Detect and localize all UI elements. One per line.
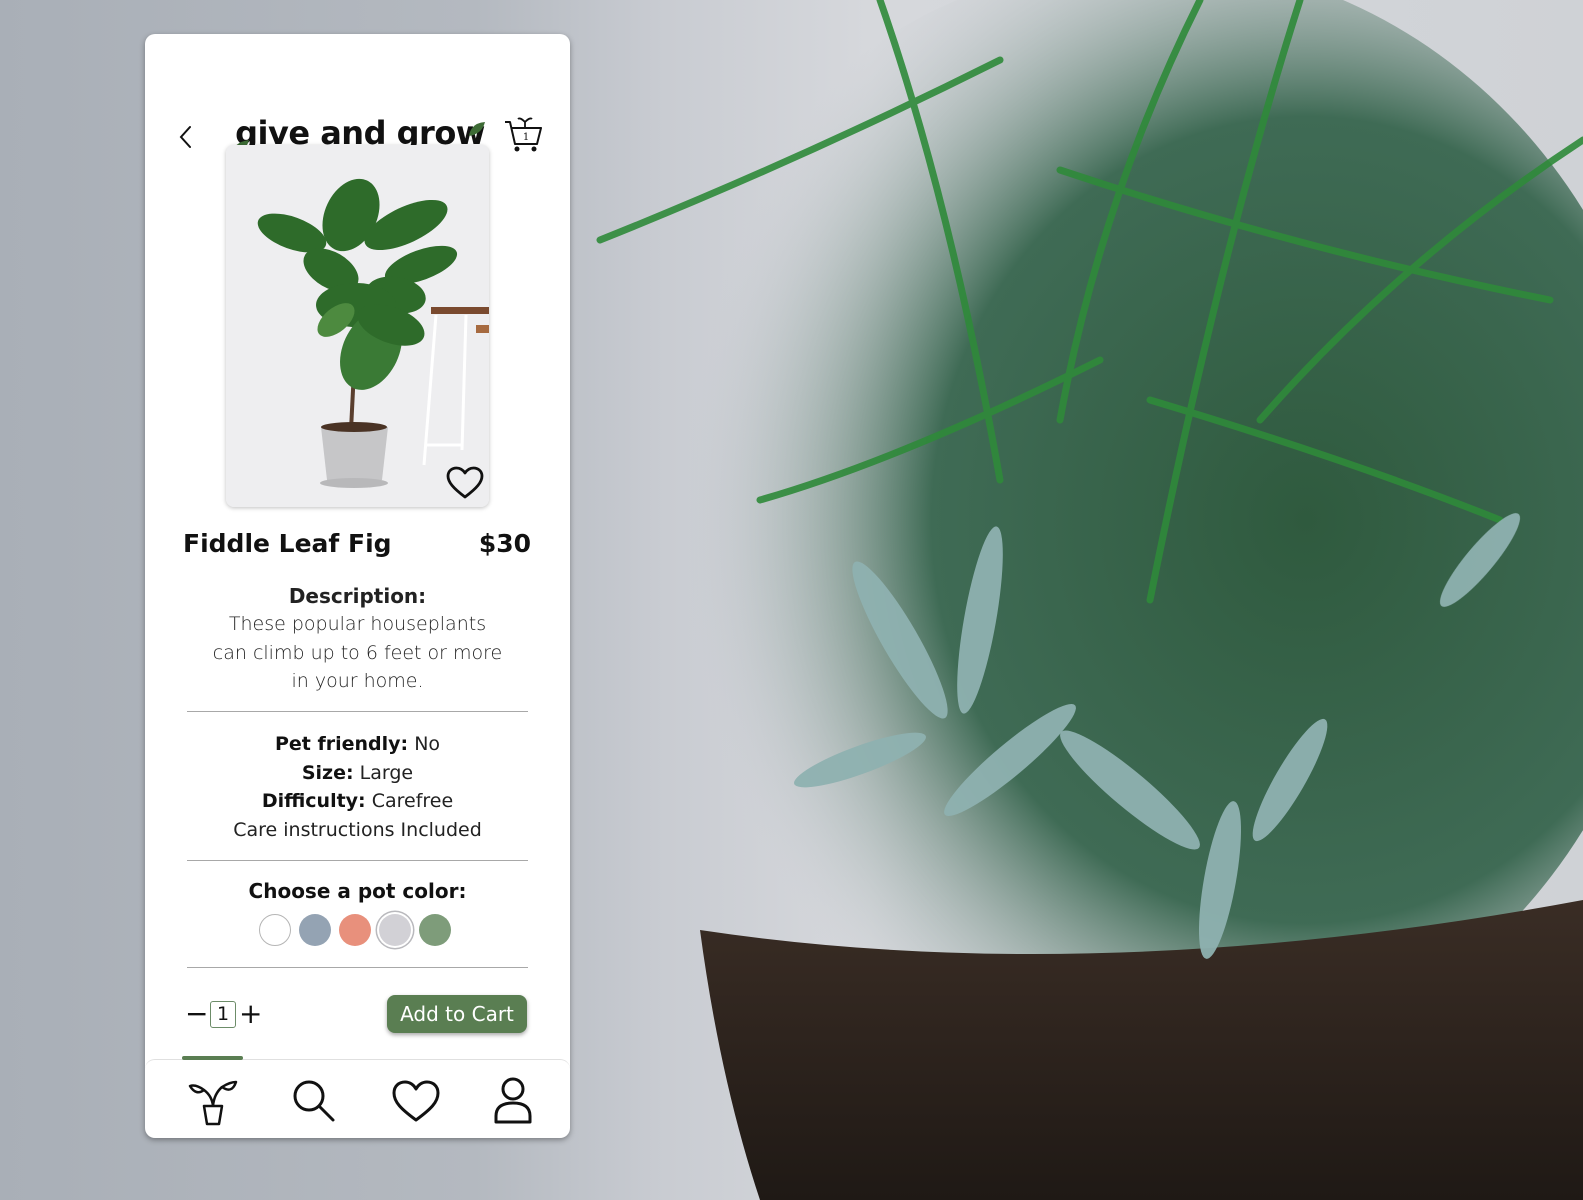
description-section: Description: These popular houseplants c… [175, 582, 540, 696]
pot-color-white[interactable] [259, 914, 291, 946]
quantity-input[interactable]: 1 [210, 1000, 236, 1028]
heart-outline-icon [446, 466, 484, 499]
plant-cart-icon: 1 [505, 117, 542, 152]
back-button[interactable] [175, 122, 199, 152]
product-image [226, 145, 489, 507]
specs-section: Pet friendly: No Size: Large Difficulty:… [165, 730, 550, 844]
favorite-button[interactable] [445, 465, 485, 501]
pot-color-sage-green[interactable] [419, 914, 451, 946]
spec-difficulty: Difficulty: Carefree [261, 790, 454, 812]
product-detail-screen: give and grow 1 Fiddle Leaf Fig $30 Desc… [145, 34, 570, 1138]
description-line: in your home. [291, 670, 424, 692]
add-to-cart-button[interactable]: Add to Cart [387, 995, 527, 1033]
cart-button[interactable]: 1 [503, 114, 545, 154]
tab-search[interactable] [287, 1074, 341, 1128]
product-title-row: Fiddle Leaf Fig $30 [183, 529, 531, 565]
leaf-icon [469, 122, 485, 136]
tab-favorites[interactable] [389, 1074, 443, 1128]
description-line: can climb up to 6 feet or more [212, 641, 503, 664]
user-icon [494, 1077, 532, 1124]
pot-color-coral[interactable] [339, 914, 371, 946]
decrease-quantity-button[interactable]: − [185, 1000, 208, 1028]
description-line: These popular houseplants [228, 613, 487, 635]
potted-plant-icon [188, 1080, 238, 1126]
tab-profile[interactable] [486, 1074, 540, 1128]
spec-care-note: Care instructions Included [233, 818, 482, 841]
pot-color-slate-blue[interactable] [299, 914, 331, 946]
quantity-stepper: − 1 + [185, 999, 262, 1029]
product-price: $30 [478, 529, 531, 558]
spec-size: Size: Large [301, 761, 414, 784]
chevron-left-icon [179, 126, 191, 148]
description-label: Description: [288, 584, 427, 608]
heart-icon [392, 1080, 440, 1122]
fiddle-leaf-fig-photo [226, 145, 489, 507]
divider [187, 711, 528, 712]
spec-pet-friendly: Pet friendly: No [274, 733, 441, 755]
bottom-tab-bar [145, 1059, 570, 1138]
divider [187, 967, 528, 968]
tab-plants[interactable] [186, 1074, 240, 1128]
product-name: Fiddle Leaf Fig [183, 529, 392, 558]
divider [187, 860, 528, 861]
cart-count: 1 [523, 132, 529, 143]
active-tab-indicator [182, 1056, 243, 1060]
pot-color-label: Choose a pot color: [248, 879, 467, 903]
increase-quantity-button[interactable]: + [239, 1000, 262, 1028]
pot-color-light-grey[interactable] [379, 914, 411, 946]
pot-color-picker [259, 914, 451, 946]
search-icon [293, 1080, 335, 1122]
